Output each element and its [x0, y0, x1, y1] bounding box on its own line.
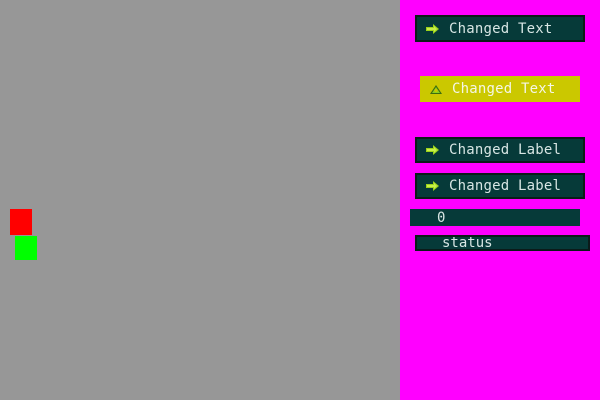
- changed-label-button-2[interactable]: Changed Label: [415, 173, 585, 199]
- number-field[interactable]: 0: [410, 209, 580, 226]
- button-label: Changed Text: [449, 20, 553, 37]
- changed-label-button-1[interactable]: Changed Label: [415, 137, 585, 163]
- number-value: 0: [437, 209, 446, 226]
- recycle-arrow-icon: [428, 83, 444, 95]
- canvas-area[interactable]: [0, 0, 400, 400]
- status-text: status: [442, 235, 493, 251]
- app-window: Changed Text Changed Text Changed Label: [0, 0, 600, 400]
- status-field: status: [415, 235, 590, 251]
- green-square[interactable]: [15, 236, 37, 260]
- arrow-right-icon: [425, 23, 441, 35]
- arrow-right-icon: [425, 144, 441, 156]
- side-panel: [400, 0, 600, 400]
- button-label: Changed Label: [449, 142, 562, 158]
- button-label: Changed Label: [449, 178, 562, 194]
- changed-text-button-2[interactable]: Changed Text: [420, 76, 580, 102]
- button-label: Changed Text: [452, 81, 556, 97]
- changed-text-button-1[interactable]: Changed Text: [415, 15, 585, 42]
- red-square[interactable]: [10, 209, 32, 235]
- arrow-right-icon: [425, 180, 441, 192]
